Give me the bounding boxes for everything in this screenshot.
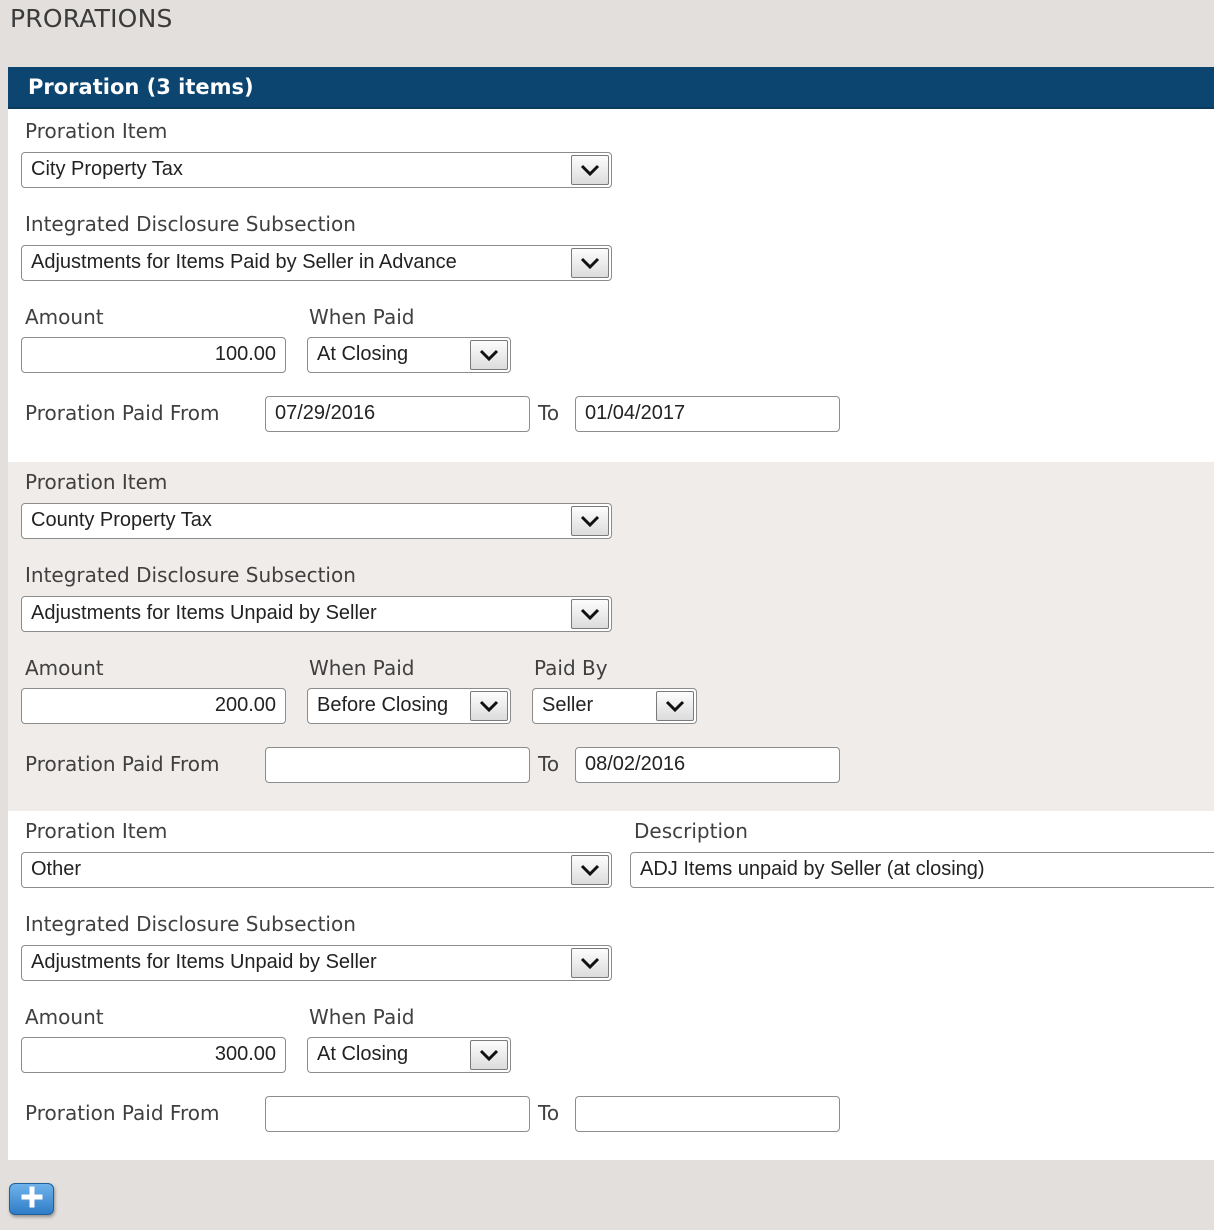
chevron-down-icon[interactable]	[470, 340, 508, 370]
when-paid-value: Before Closing	[317, 694, 449, 716]
subsection-label: Integrated Disclosure Subsection	[25, 563, 356, 587]
paid-from-input[interactable]: 07/29/2016	[265, 396, 530, 432]
proration-item-value: Other	[31, 858, 82, 880]
proration-item-select[interactable]: County Property Tax	[21, 503, 612, 539]
paid-from-label: Proration Paid From	[25, 401, 220, 425]
subsection-select[interactable]: Adjustments for Items Unpaid by Seller	[21, 596, 612, 632]
proration-item-value: City Property Tax	[31, 158, 183, 180]
plus-icon	[21, 1186, 43, 1212]
chevron-down-icon[interactable]	[571, 506, 609, 536]
amount-label: Amount	[25, 305, 104, 329]
amount-input[interactable]: 200.00	[21, 688, 286, 724]
paid-by-value: Seller	[542, 694, 594, 716]
chevron-down-icon[interactable]	[571, 248, 609, 278]
to-label: To	[538, 752, 560, 776]
paid-from-label: Proration Paid From	[25, 752, 220, 776]
proration-panel: Proration (3 items) Proration Item City …	[8, 67, 1214, 1160]
paid-to-input[interactable]: 08/02/2016	[575, 747, 840, 783]
amount-label: Amount	[25, 656, 104, 680]
proration-item-select[interactable]: Other	[21, 852, 612, 888]
description-input[interactable]: ADJ Items unpaid by Seller (at closing)	[630, 852, 1214, 888]
subsection-value: Adjustments for Items Unpaid by Seller	[31, 951, 377, 973]
when-paid-label: When Paid	[309, 1005, 415, 1029]
paid-by-label: Paid By	[534, 656, 608, 680]
add-proration-button[interactable]	[9, 1183, 54, 1215]
subsection-value: Adjustments for Items Paid by Seller in …	[31, 251, 457, 273]
chevron-down-icon[interactable]	[656, 691, 694, 721]
amount-label: Amount	[25, 1005, 104, 1029]
when-paid-label: When Paid	[309, 305, 415, 329]
proration-item-3: Proration Item Description Other ADJ Ite…	[8, 811, 1214, 1160]
amount-input[interactable]: 100.00	[21, 337, 286, 373]
paid-from-label: Proration Paid From	[25, 1101, 220, 1125]
chevron-down-icon[interactable]	[571, 948, 609, 978]
when-paid-select[interactable]: Before Closing	[307, 688, 511, 724]
when-paid-value: At Closing	[317, 1043, 409, 1065]
subsection-select[interactable]: Adjustments for Items Unpaid by Seller	[21, 945, 612, 981]
panel-header: Proration (3 items)	[8, 67, 1214, 109]
paid-to-input[interactable]	[575, 1096, 840, 1132]
proration-item-label: Proration Item	[25, 819, 168, 843]
paid-from-input[interactable]	[265, 1096, 530, 1132]
when-paid-select[interactable]: At Closing	[307, 337, 511, 373]
when-paid-value: At Closing	[317, 343, 409, 365]
when-paid-label: When Paid	[309, 656, 415, 680]
subsection-select[interactable]: Adjustments for Items Paid by Seller in …	[21, 245, 612, 281]
when-paid-select[interactable]: At Closing	[307, 1037, 511, 1073]
paid-by-select[interactable]: Seller	[532, 688, 697, 724]
proration-item-label: Proration Item	[25, 470, 168, 494]
page-title: PRORATIONS	[10, 4, 173, 33]
paid-from-input[interactable]	[265, 747, 530, 783]
chevron-down-icon[interactable]	[571, 155, 609, 185]
description-label: Description	[634, 819, 748, 843]
subsection-label: Integrated Disclosure Subsection	[25, 912, 356, 936]
to-label: To	[538, 1101, 560, 1125]
amount-input[interactable]: 300.00	[21, 1037, 286, 1073]
proration-item-select[interactable]: City Property Tax	[21, 152, 612, 188]
chevron-down-icon[interactable]	[470, 691, 508, 721]
chevron-down-icon[interactable]	[571, 599, 609, 629]
chevron-down-icon[interactable]	[470, 1040, 508, 1070]
subsection-value: Adjustments for Items Unpaid by Seller	[31, 602, 377, 624]
subsection-label: Integrated Disclosure Subsection	[25, 212, 356, 236]
proration-item-1: Proration Item City Property Tax Integra…	[8, 111, 1214, 462]
proration-item-2: Proration Item County Property Tax Integ…	[8, 462, 1214, 811]
proration-item-value: County Property Tax	[31, 509, 212, 531]
to-label: To	[538, 401, 560, 425]
proration-item-label: Proration Item	[25, 119, 168, 143]
paid-to-input[interactable]: 01/04/2017	[575, 396, 840, 432]
chevron-down-icon[interactable]	[571, 855, 609, 885]
